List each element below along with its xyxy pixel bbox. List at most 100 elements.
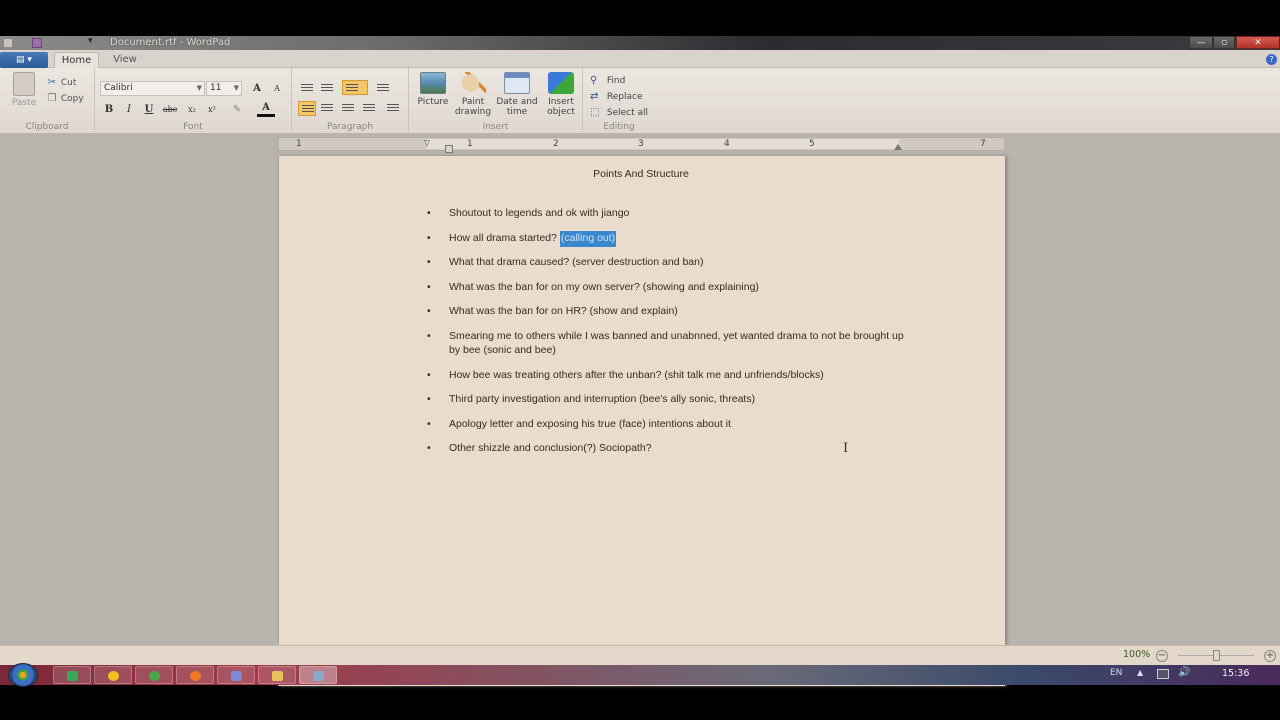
taskbar-app-1[interactable] (53, 666, 91, 684)
status-bar: 100% − + (0, 645, 1280, 665)
date-time-button[interactable]: Date and time (493, 72, 541, 120)
paragraph-settings-button[interactable] (384, 101, 402, 116)
zoom-slider[interactable] (1178, 650, 1254, 661)
justify-button[interactable] (360, 101, 378, 116)
taskbar-utorrent[interactable] (135, 666, 173, 684)
insertobj-label-2: object (547, 107, 575, 117)
list-item[interactable]: • Shoutout to legends and ok with jiango (427, 206, 907, 221)
align-center-button[interactable] (318, 101, 336, 116)
insert-picture-button[interactable]: Picture (413, 72, 453, 120)
bullet-icon: • (427, 368, 431, 381)
bullet-list-button[interactable] (342, 80, 368, 95)
clock[interactable]: 15:36 (1222, 668, 1249, 679)
cut-button[interactable]: ✂ Cut (46, 76, 77, 90)
list-item[interactable]: • What was the ban for on my own server? … (427, 280, 907, 295)
subscript-button[interactable]: x₂ (183, 102, 201, 117)
grow-font-button[interactable]: A (248, 81, 266, 96)
i-beam-cursor-icon: I (843, 441, 849, 456)
font-color-button[interactable]: A (257, 102, 275, 117)
chevron-down-icon: ▼ (233, 84, 239, 92)
save-icon[interactable] (32, 38, 42, 48)
help-icon[interactable]: ? (1266, 54, 1277, 65)
zoom-out-button[interactable]: − (1156, 650, 1168, 662)
paint-palette-icon (460, 72, 486, 94)
list-item[interactable]: • Apology letter and exposing his true (f… (427, 417, 907, 432)
replace-button[interactable]: ⇄ Replace (590, 90, 642, 104)
network-icon[interactable] (1157, 669, 1169, 679)
italic-button[interactable]: I (120, 102, 138, 117)
align-left-button[interactable] (298, 101, 316, 116)
ruler-number: 3 (638, 139, 644, 149)
tab-home[interactable]: Home (54, 52, 99, 69)
quick-access-dropdown[interactable]: ▾ (88, 36, 93, 46)
close-button[interactable]: ✕ (1236, 36, 1280, 49)
ruler[interactable]: 1 1 2 3 4 5 7 ▽ (278, 137, 1005, 153)
language-indicator[interactable]: EN (1110, 668, 1122, 678)
strikethrough-button[interactable]: abc (161, 102, 179, 117)
document-page[interactable]: Points And Structure • Shoutout to legend… (278, 156, 1005, 686)
zoom-slider-thumb[interactable] (1213, 650, 1220, 661)
window-title: Document.rtf - WordPad (110, 37, 231, 48)
font-family-select[interactable]: Calibri ▼ (100, 81, 205, 96)
wordpad-app-icon[interactable] (3, 38, 13, 48)
font-size-select[interactable]: 11 ▼ (206, 81, 242, 96)
paste-button[interactable]: Paste (8, 72, 40, 118)
insert-object-button[interactable]: Insert object (541, 72, 581, 120)
align-left-icon (302, 105, 314, 114)
decrease-indent-button[interactable] (298, 81, 316, 96)
ruler-number: 4 (724, 139, 730, 149)
volume-icon[interactable]: 🔊 (1178, 667, 1190, 678)
highlight-color-button[interactable]: ✎ (228, 102, 246, 117)
font-family-value: Calibri (104, 83, 133, 93)
shrink-font-button[interactable]: A (268, 81, 286, 96)
justify-icon (363, 104, 375, 113)
copy-button[interactable]: ❐ Copy (46, 92, 84, 106)
bold-button[interactable]: B (100, 102, 118, 117)
list-item-text: Third party investigation and interrupti… (449, 393, 756, 405)
hanging-indent-marker[interactable] (445, 145, 453, 153)
zoom-in-button[interactable]: + (1264, 650, 1276, 662)
app-icon (231, 671, 242, 681)
minimize-button[interactable]: — (1189, 36, 1213, 49)
underline-button[interactable]: U (140, 102, 158, 117)
folder-icon (272, 671, 283, 681)
group-label-clipboard: Clipboard (25, 122, 69, 132)
taskbar: EN ▲ 🔊 15:36 (0, 663, 1280, 687)
line-spacing-button[interactable] (374, 81, 398, 96)
app-menu-button[interactable]: ▤ ▾ (0, 52, 48, 68)
paint-drawing-button[interactable]: Paint drawing (453, 72, 493, 120)
picture-icon (420, 72, 446, 94)
find-button[interactable]: ⚲ Find (590, 74, 625, 88)
list-item-text: Smearing me to others while I was banned… (449, 329, 904, 357)
tab-view[interactable]: View (104, 52, 146, 69)
show-hidden-icons-button[interactable]: ▲ (1137, 668, 1143, 677)
list-item[interactable]: • What that drama caused? (server destruc… (427, 255, 907, 270)
taskbar-explorer[interactable] (258, 666, 296, 684)
list-item[interactable]: • How all drama started? (calling out) (427, 230, 907, 247)
taskbar-firefox[interactable] (176, 666, 214, 684)
right-indent-marker[interactable] (894, 144, 902, 150)
selected-text: (calling out) (559, 230, 617, 247)
taskbar-app-5[interactable] (217, 666, 255, 684)
paint-label-1: Paint (461, 97, 485, 107)
list-item[interactable]: • Smearing me to others while I was banne… (427, 329, 907, 358)
first-line-indent-marker[interactable]: ▽ (424, 138, 430, 147)
title-bar: ▾ Document.rtf - WordPad — ▫ ✕ (0, 36, 1280, 50)
increase-indent-button[interactable] (318, 81, 336, 96)
list-item[interactable]: • How bee was treating others after the u… (427, 368, 907, 383)
align-right-button[interactable] (339, 101, 357, 116)
taskbar-app-2[interactable] (94, 666, 132, 684)
list-item[interactable]: • Third party investigation and interrupt… (427, 392, 907, 407)
list-item[interactable]: • Other shizzle and conclusion(?) Sociopa… (427, 441, 907, 456)
datetime-label-2: time (506, 107, 528, 117)
taskbar-wordpad[interactable] (299, 666, 337, 684)
start-button[interactable] (8, 663, 38, 687)
select-all-button[interactable]: ⬚ Select all (590, 106, 648, 120)
maximize-button[interactable]: ▫ (1213, 36, 1235, 49)
bullet-icon: • (427, 393, 431, 405)
ruler-number: 1 (296, 139, 302, 149)
superscript-button[interactable]: x² (203, 102, 221, 117)
list-item[interactable]: • What was the ban for on HR? (show and e… (427, 304, 907, 319)
ribbon: Paste ✂ Cut ❐ Copy Clipboard Calibri ▼ 1… (0, 68, 1280, 134)
list-item-text: What that drama caused? (server destruct… (449, 256, 704, 268)
